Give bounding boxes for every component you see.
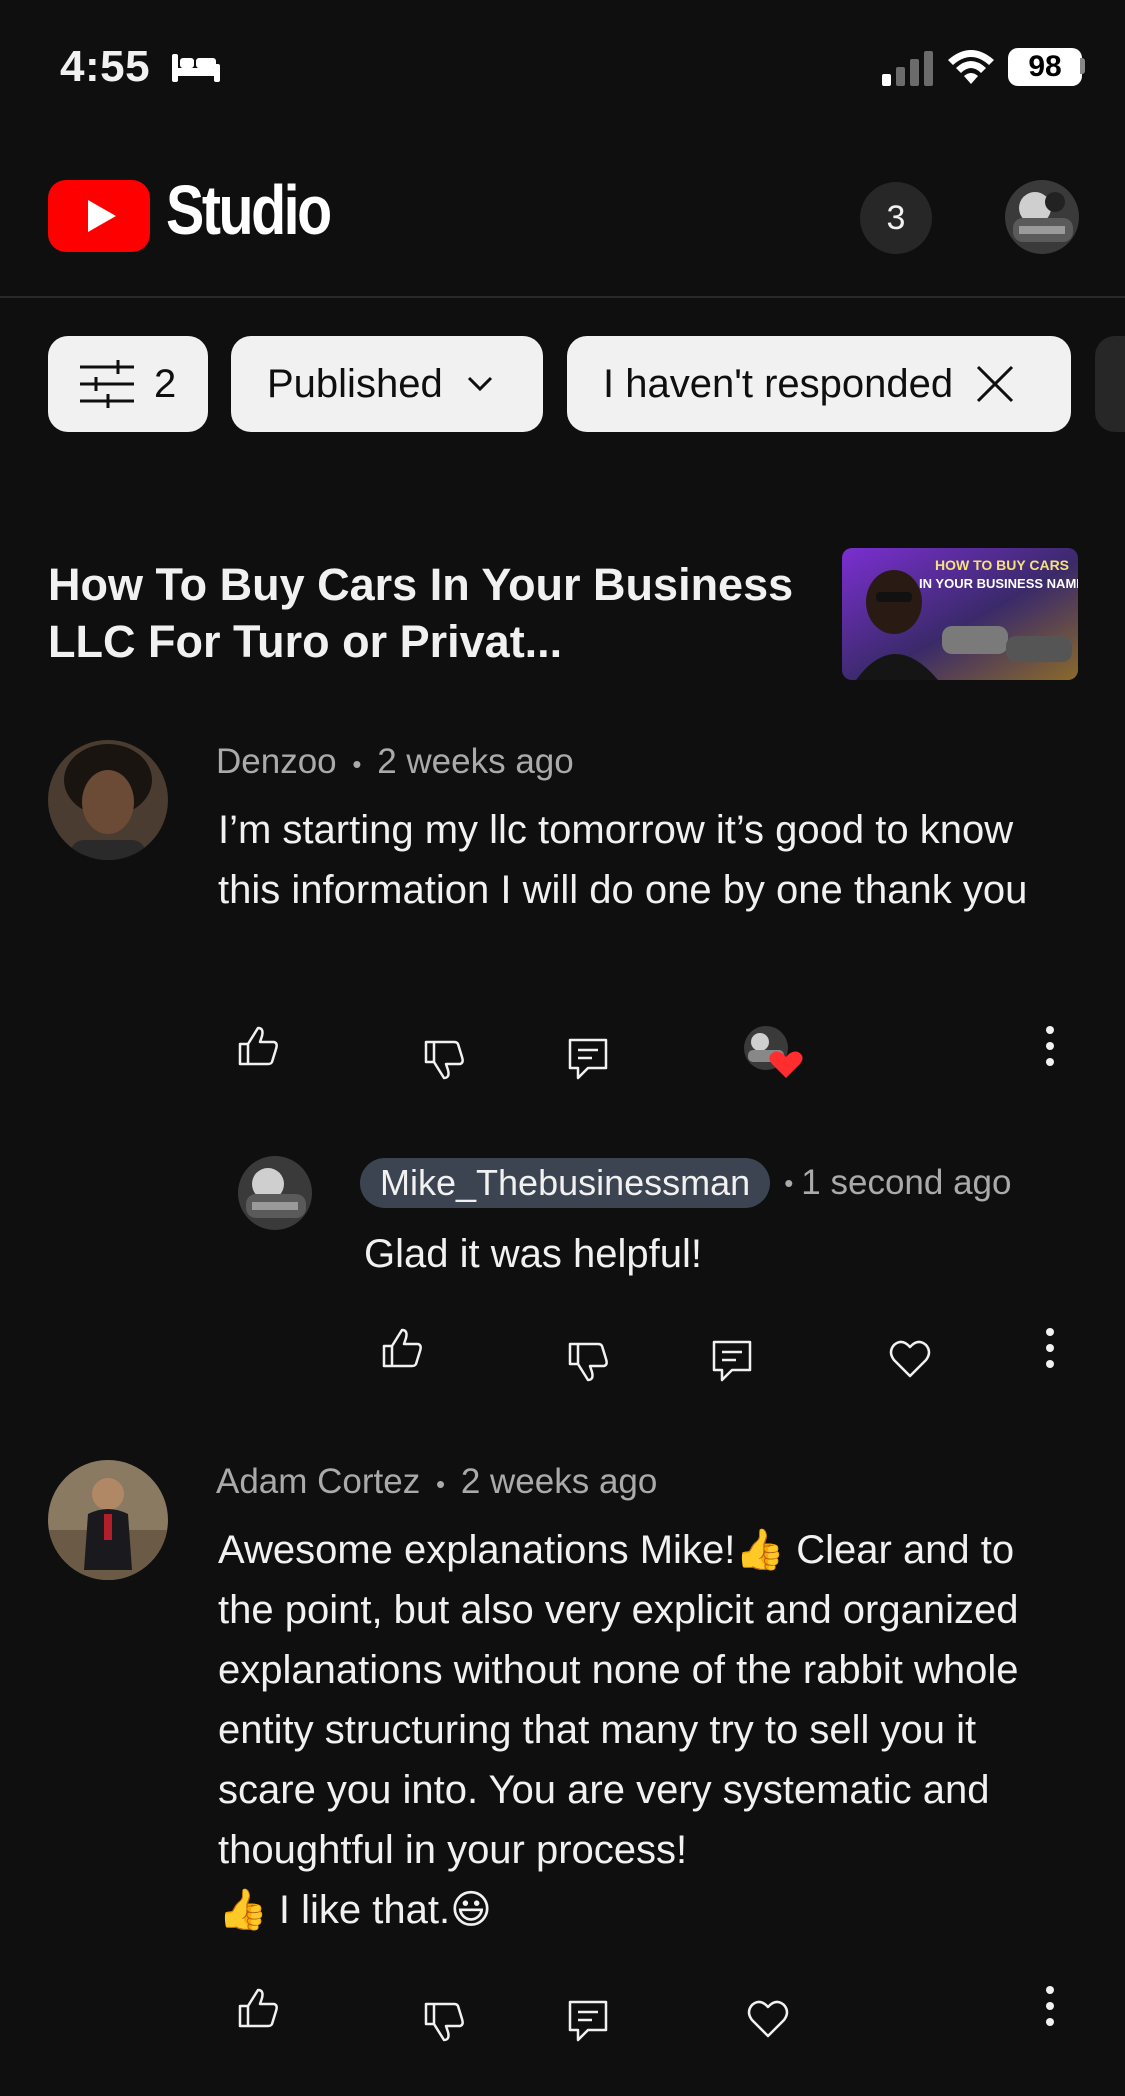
filter-count: 2: [154, 361, 177, 406]
video-title[interactable]: How To Buy Cars In Your Business LLC For…: [48, 556, 828, 670]
sleep-focus-icon: [172, 54, 220, 82]
creator-heart-badge[interactable]: [742, 1024, 804, 1080]
battery-indicator: 98: [1008, 48, 1082, 86]
reply-avatar[interactable]: [238, 1156, 312, 1230]
comment-meta: Adam Cortez • 2 weeks ago: [216, 1462, 657, 1502]
dislike-icon[interactable]: [420, 1036, 468, 1084]
reply-author[interactable]: Mike_Thebusinessman: [360, 1158, 771, 1208]
smile-emoji: 😃: [450, 1888, 492, 1932]
dislike-icon[interactable]: [420, 1998, 468, 2046]
more-options-icon[interactable]: [1040, 1024, 1060, 1068]
comment-text: I’m starting my llc tomorrow it’s good t…: [218, 808, 1028, 912]
comment-author[interactable]: Denzoo: [216, 742, 337, 781]
header-divider: [0, 296, 1125, 298]
reply-icon[interactable]: [564, 1034, 612, 1082]
video-thumbnail[interactable]: HOW TO BUY CARS IN YOUR BUSINESS NAME: [842, 548, 1078, 680]
comment-time: 2 weeks ago: [377, 742, 574, 781]
close-icon[interactable]: [975, 364, 1015, 404]
meta-separator: •: [784, 1167, 794, 1198]
like-icon[interactable]: [378, 1324, 426, 1372]
app-title: Studio: [166, 171, 332, 249]
commenter-avatar[interactable]: [48, 740, 168, 860]
youtube-logo-icon[interactable]: [48, 180, 150, 252]
thumbnail-text-2: IN YOUR BUSINESS NAME: [919, 576, 1078, 591]
thumbs-up-emoji: 👍: [735, 1528, 786, 1572]
comment-meta: Denzoo • 2 weeks ago: [216, 742, 574, 782]
filter-button[interactable]: 2: [48, 336, 208, 432]
thumbnail-text-1: HOW TO BUY CARS: [935, 557, 1069, 573]
like-icon[interactable]: [234, 1022, 282, 1070]
account-avatar[interactable]: [1005, 180, 1079, 254]
comment-text-part: Clear and to the point, but also very ex…: [218, 1528, 1019, 1872]
reply-time: 1 second ago: [801, 1163, 1012, 1202]
meta-separator: •: [435, 1469, 446, 1499]
notifications-button[interactable]: 3: [860, 182, 932, 254]
dislike-icon[interactable]: [564, 1338, 612, 1386]
reply-text: Glad it was helpful!: [364, 1232, 702, 1276]
sliders-icon: [80, 360, 134, 408]
reply-icon[interactable]: [564, 1996, 612, 2044]
chevron-down-icon: [467, 376, 492, 392]
like-icon[interactable]: [234, 1984, 282, 2032]
responded-label: I haven't responded: [603, 361, 954, 406]
more-filter-chip[interactable]: [1095, 336, 1125, 432]
cell-signal-icon: [882, 51, 933, 86]
thumbs-up-emoji: 👍: [218, 1888, 268, 1932]
comment-text-part: I like that.: [267, 1888, 451, 1932]
reply-meta: Mike_Thebusinessman • 1 second ago: [360, 1158, 1011, 1208]
heart-icon[interactable]: [744, 1994, 792, 2042]
more-options-icon[interactable]: [1040, 1984, 1060, 2028]
wifi-icon: [948, 50, 994, 84]
responded-filter-chip[interactable]: I haven't responded: [567, 336, 1071, 432]
comment-time: 2 weeks ago: [460, 1462, 658, 1501]
comment-text-part: Awesome explanations Mike!: [218, 1528, 736, 1572]
published-dropdown[interactable]: Published: [231, 336, 543, 432]
more-options-icon[interactable]: [1040, 1326, 1060, 1370]
meta-separator: •: [352, 749, 362, 779]
battery-tip: [1080, 58, 1085, 74]
published-label: Published: [267, 361, 443, 406]
commenter-avatar[interactable]: [48, 1460, 168, 1580]
status-time: 4:55: [60, 42, 151, 91]
heart-icon[interactable]: [886, 1334, 934, 1382]
comment-author[interactable]: Adam Cortez: [216, 1462, 420, 1501]
comment-text: Awesome explanations Mike!👍 Clear and to…: [218, 1520, 1078, 1940]
reply-icon[interactable]: [708, 1336, 756, 1384]
